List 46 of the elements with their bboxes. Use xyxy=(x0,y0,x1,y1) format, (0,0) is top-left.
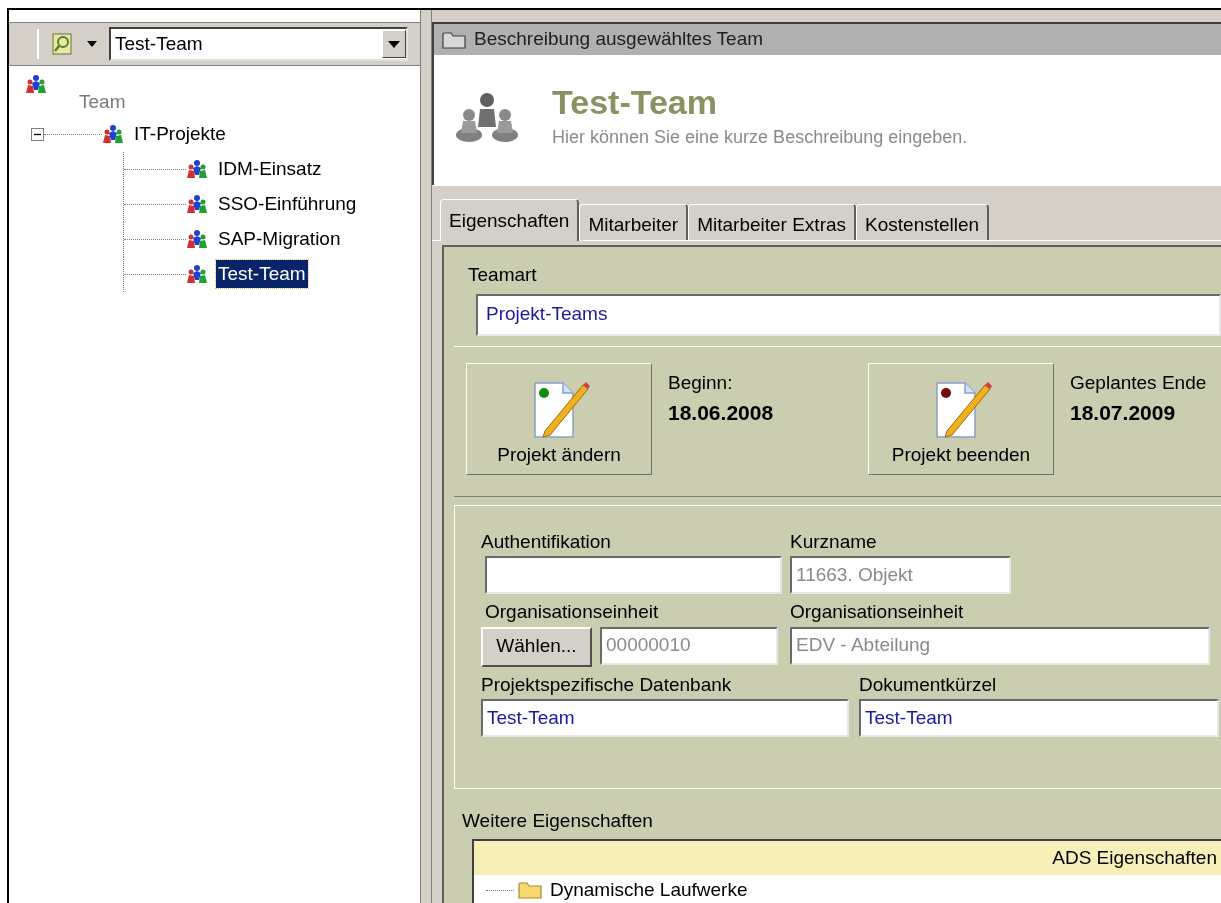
tree-item[interactable]: SAP-Migration xyxy=(216,224,343,254)
team-icon xyxy=(186,194,208,214)
field-label: Dokumentkürzel xyxy=(859,672,998,697)
text-field[interactable]: Test-Team xyxy=(481,699,849,737)
field-label: Authentifikation xyxy=(481,529,612,554)
folder-icon xyxy=(518,881,542,899)
team-icon xyxy=(186,264,208,284)
team-icon xyxy=(186,159,208,179)
field-label: Projektspezifische Datenbank xyxy=(481,672,733,697)
field-label: Teamart xyxy=(468,264,537,285)
team-title: Test-Team xyxy=(552,82,718,123)
splitter-bar[interactable] xyxy=(421,10,432,903)
dropdown-arrow-icon[interactable] xyxy=(388,40,400,48)
team-icon xyxy=(102,124,124,144)
team-description: Hier können Sie eine kurze Beschreibung eingeben. xyxy=(552,125,968,149)
property-row[interactable]: Dynamische Laufwerke xyxy=(550,875,748,903)
tab[interactable]: Kostenstellen xyxy=(856,204,990,240)
date-value: 18.07.2009 xyxy=(1070,400,1177,426)
team-icon xyxy=(186,229,208,249)
tab[interactable]: Eigenschaften xyxy=(440,199,580,241)
date-label: Beginn: xyxy=(668,370,734,395)
tree-item[interactable]: SSO-Einführung xyxy=(216,189,359,219)
search-icon[interactable] xyxy=(51,32,75,56)
teamart-field[interactable]: Projekt-Teams xyxy=(476,293,1221,336)
tree-item[interactable]: IDM-Einsatz xyxy=(216,154,324,184)
team-icon xyxy=(25,74,47,94)
panel-title: Beschreibung ausgewähltes Team xyxy=(474,27,764,52)
date-value: 18.06.2008 xyxy=(668,400,774,426)
team-combo-box[interactable]: Test-Team xyxy=(109,27,408,61)
column-header: ADS Eigenschaften xyxy=(1052,845,1217,870)
tab[interactable]: Mitarbeiter Extras xyxy=(688,204,857,240)
text-field[interactable]: Test-Team xyxy=(859,699,1219,737)
project-action-button[interactable]: Projekt ändern xyxy=(466,362,652,475)
text-field[interactable] xyxy=(485,556,782,594)
project-action-button[interactable]: Projekt beenden xyxy=(868,362,1054,475)
folder-icon xyxy=(442,30,466,49)
tree-item[interactable]: Test-Team xyxy=(216,259,308,289)
tree-root-label: Team xyxy=(79,90,126,114)
date-label: Geplantes Ende xyxy=(1070,370,1207,395)
tree-item[interactable]: IT-Projekte xyxy=(132,119,228,149)
section-label: Weitere Eigenschaften xyxy=(462,809,653,831)
tab[interactable]: Mitarbeiter xyxy=(579,204,689,240)
caret-icon[interactable] xyxy=(87,41,97,47)
field-label: Kurzname xyxy=(790,529,878,554)
field-label: Organisationseinheit xyxy=(790,600,965,624)
field-label: Organisationseinheit xyxy=(485,600,660,624)
